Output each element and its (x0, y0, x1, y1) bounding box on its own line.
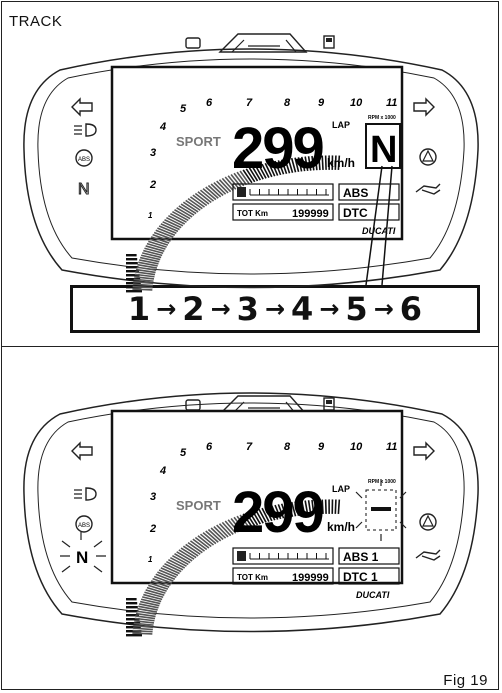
svg-text:N: N (78, 181, 90, 198)
neutral-indicator: N (76, 548, 88, 567)
svg-text:ABS: ABS (78, 523, 90, 529)
oil-icon (415, 183, 441, 195)
turn-right-icon (413, 441, 435, 461)
gear-indicator: N (370, 129, 397, 171)
rpm-segment (132, 288, 153, 291)
dashboard-drawing: 1 2 3 4 5 6 7 8 9 10 11 ABS N SPORT 299 km/h LAP R… (23, 33, 479, 637)
warning-icon (419, 513, 437, 531)
fuel-icon (323, 397, 335, 411)
dashboard-top: 1 2 3 4 5 6 7 8 9 10 11 ABS N SPORT 299 km/h LAP R… (23, 33, 479, 293)
speed-unit: km/h (327, 520, 355, 534)
speed-unit: km/h (327, 156, 355, 170)
rpm-segment (132, 283, 153, 287)
rpm-segment (126, 266, 139, 269)
rpm-scale-label: 11 (386, 97, 397, 109)
rpm-segment (334, 499, 337, 514)
rpm-segment (126, 598, 137, 601)
headlight-icon (74, 487, 97, 501)
turn-right-icon (413, 97, 435, 117)
rpm-scale-label: 2 (149, 179, 156, 191)
rpm-scale-label: 2 (149, 523, 156, 535)
lap-label: LAP (332, 484, 350, 494)
rpm-scale-label: 9 (318, 97, 325, 109)
dashboard-bottom: 1 2 3 4 5 6 7 8 9 10 11 ABS N SPORT 299 km/h LAP R… (23, 392, 479, 637)
rpm-segment (126, 610, 139, 613)
neutral-flash-icon: N (60, 532, 106, 573)
brand-logo: DUCATI (362, 226, 396, 236)
tot-label: TOT Km (237, 209, 268, 218)
headlight-icon (74, 123, 97, 137)
abs-label: ABS (343, 186, 368, 200)
mode-label: SPORT (176, 134, 221, 149)
rpm-scale-label: 4 (159, 465, 166, 477)
gear-dash (371, 507, 391, 511)
rpm-segment (126, 602, 138, 605)
dtc-label: DTC 1 (343, 570, 378, 584)
brand-logo: DUCATI (356, 590, 390, 600)
rpm-scale-label: 7 (246, 97, 253, 109)
rpm-scale-label: 10 (350, 97, 363, 109)
rpm-scale-label: 5 (180, 447, 187, 459)
rpm-scale-label: 11 (386, 441, 397, 453)
turn-left-icon (71, 97, 93, 117)
engine-icon (185, 37, 201, 49)
odometer-value: 199999 (292, 572, 329, 584)
rpm-segment (126, 262, 138, 265)
turn-left-icon (71, 441, 93, 461)
abs-icon: ABS (75, 515, 93, 533)
rpm-segment (337, 499, 341, 515)
rpm-scale-label: 9 (318, 441, 325, 453)
rpm-scale-label: 8 (284, 97, 291, 109)
speed-value: 299 (232, 480, 324, 545)
mode-label: SPORT (176, 498, 221, 513)
rpm-segment (126, 290, 142, 293)
fuel-icon (323, 35, 335, 49)
rpm-label: RPM x 1000 (368, 479, 396, 485)
rpm-segment (126, 258, 138, 261)
rpm-scale-label: 8 (284, 441, 291, 453)
neutral-icon: N (78, 181, 91, 199)
rpm-scale-label: 3 (150, 147, 156, 159)
dtc-label: DTC (343, 206, 368, 220)
rpm-scale-label: 6 (206, 441, 213, 453)
rpm-scale-label: 7 (246, 441, 253, 453)
speed-value: 299 (232, 116, 324, 181)
lap-label: LAP (332, 120, 350, 130)
tot-label: TOT Km (237, 573, 268, 582)
svg-text:ABS: ABS (78, 157, 90, 163)
rpm-scale-label: 4 (159, 121, 166, 133)
abs-label: ABS 1 (343, 550, 379, 564)
warning-icon (419, 148, 437, 166)
rpm-scale-label: 10 (350, 441, 363, 453)
rpm-scale-label: 3 (150, 491, 156, 503)
odometer-value: 199999 (292, 208, 329, 220)
abs-icon: ABS (75, 149, 93, 167)
rpm-segment (132, 627, 153, 631)
rpm-segment (126, 254, 137, 257)
rpm-segment (126, 634, 142, 637)
rpm-scale-label: 1 (148, 211, 153, 220)
oil-icon (415, 549, 441, 561)
rpm-segment (126, 606, 138, 609)
rpm-segment (132, 632, 153, 635)
rpm-scale-label: 1 (148, 555, 153, 564)
rpm-label: RPM x 1000 (368, 115, 396, 121)
rpm-scale-label: 5 (180, 103, 187, 115)
rpm-scale-label: 6 (206, 97, 213, 109)
